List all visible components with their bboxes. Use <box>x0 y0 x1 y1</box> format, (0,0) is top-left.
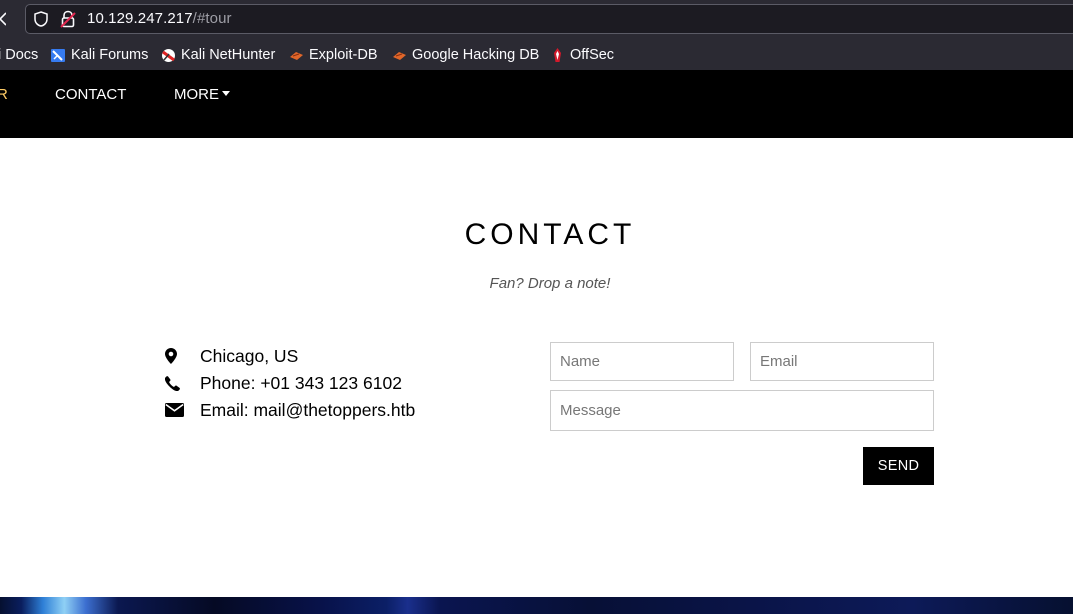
bookmark-label: OffSec <box>570 47 615 63</box>
name-field[interactable] <box>550 342 734 381</box>
bookmark-label: Google Hacking DB <box>412 47 540 63</box>
bookmarks-toolbar: i Docs Kali Forums Kali NetHunter Exploi… <box>0 38 1073 70</box>
phone-icon <box>165 375 185 391</box>
url-path: /#tour <box>192 10 232 27</box>
phone-text: Phone: +01 343 123 6102 <box>200 372 402 393</box>
bookmark-label: Kali Forums <box>71 47 149 63</box>
bookmark-google-hacking-db[interactable]: Google Hacking DB <box>392 46 539 64</box>
footer-background-image <box>0 597 1073 614</box>
message-field[interactable] <box>550 390 934 431</box>
site-navbar: R CONTACT MORE <box>0 70 1073 138</box>
map-marker-icon <box>165 348 185 364</box>
bookmark-exploit-db[interactable]: Exploit-DB <box>289 46 378 64</box>
email-field[interactable] <box>750 342 934 381</box>
kali-forums-icon <box>51 48 65 62</box>
offsec-icon <box>554 47 561 62</box>
nav-item-tour-partial[interactable]: R <box>0 86 8 103</box>
email-text: Email: mail@thetoppers.htb <box>200 399 416 420</box>
kali-nethunter-icon <box>162 48 175 62</box>
shield-icon[interactable] <box>34 11 48 27</box>
url-text[interactable]: 10.129.247.217/#tour <box>87 10 232 27</box>
nav-item-more[interactable]: MORE <box>174 86 230 103</box>
bookmark-kali-docs[interactable]: i Docs <box>0 46 38 64</box>
send-button[interactable]: SEND <box>863 447 934 485</box>
browser-toolbar: 10.129.247.217/#tour <box>0 0 1073 38</box>
envelope-icon <box>165 403 185 417</box>
nav-more-label: MORE <box>174 86 219 103</box>
location-text: Chicago, US <box>200 345 299 366</box>
bookmark-label: Exploit-DB <box>309 47 378 63</box>
bookmark-offsec[interactable]: OffSec <box>550 46 614 64</box>
bookmark-label: i Docs <box>0 47 39 63</box>
contact-email: Email: mail@thetoppers.htb <box>165 399 415 421</box>
section-subtitle: Fan? Drop a note! <box>489 275 611 292</box>
url-host: 10.129.247.217 <box>87 10 193 27</box>
bookmark-label: Kali NetHunter <box>181 47 276 63</box>
bookmark-kali-forums[interactable]: Kali Forums <box>51 46 148 64</box>
exploit-db-icon <box>290 51 303 60</box>
insecure-lock-icon[interactable] <box>60 10 76 28</box>
back-arrow-icon[interactable] <box>0 12 6 26</box>
section-title: CONTACT <box>464 218 636 251</box>
bookmark-kali-nethunter[interactable]: Kali NetHunter <box>161 46 275 64</box>
contact-location: Chicago, US <box>165 345 298 367</box>
contact-phone: Phone: +01 343 123 6102 <box>165 372 402 394</box>
google-hacking-db-icon <box>393 51 406 60</box>
caret-down-icon <box>222 90 230 96</box>
nav-item-contact[interactable]: CONTACT <box>55 86 126 103</box>
